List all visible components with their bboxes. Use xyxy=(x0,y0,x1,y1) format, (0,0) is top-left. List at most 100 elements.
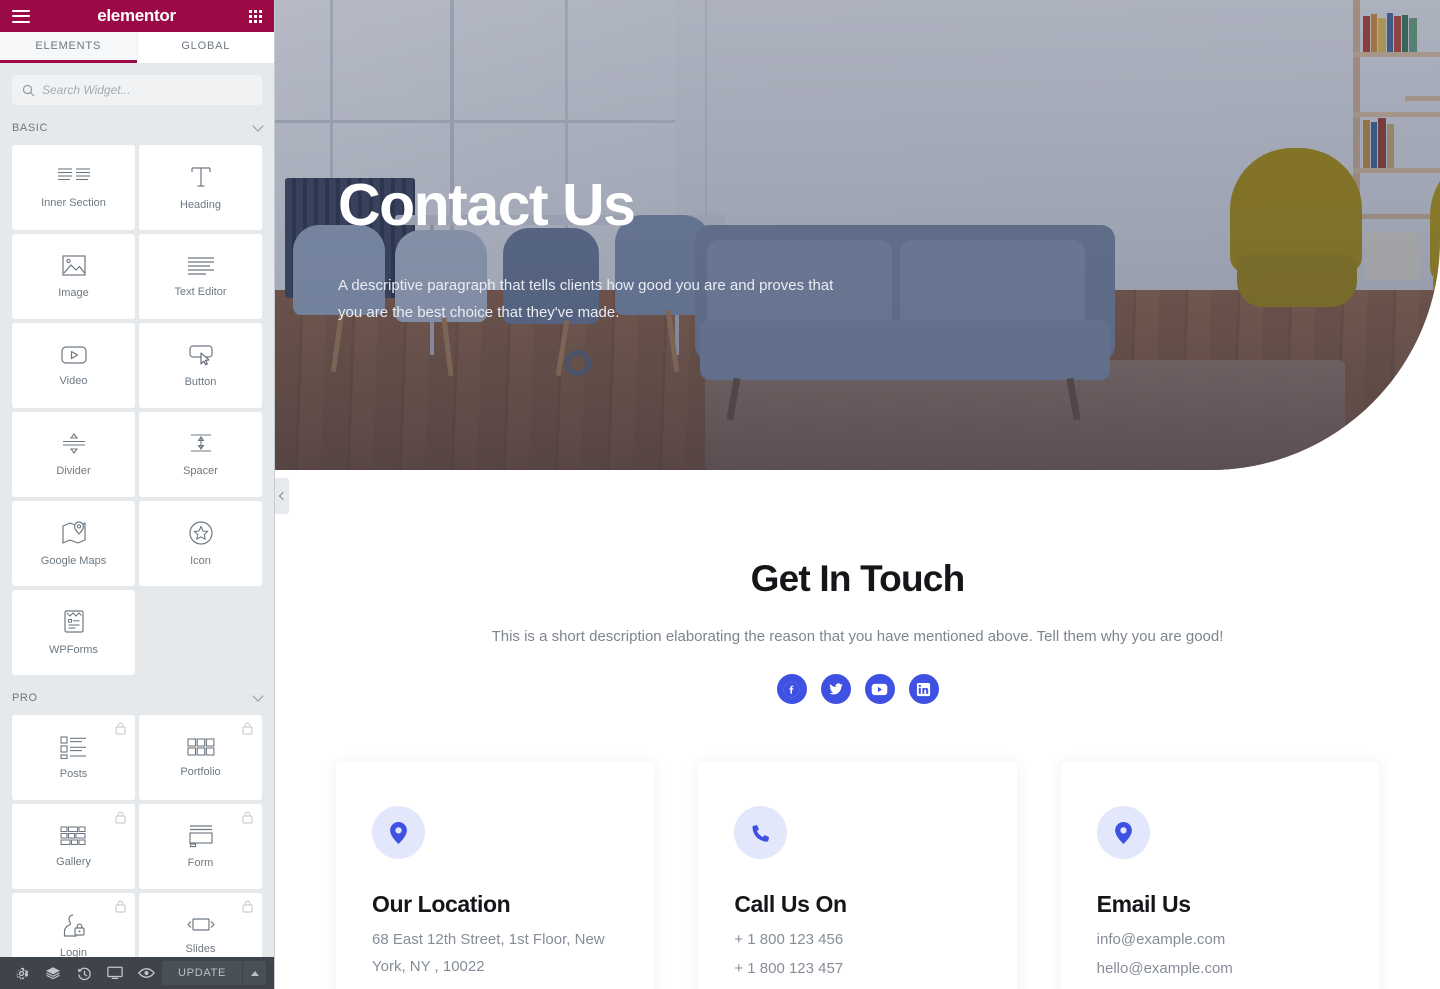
widget-icon[interactable]: Icon xyxy=(139,501,262,586)
widget-portfolio[interactable]: Portfolio xyxy=(139,715,262,800)
social-link-youtube[interactable] xyxy=(864,674,895,705)
widget-image[interactable]: Image xyxy=(12,234,135,319)
widget-login[interactable]: Login xyxy=(12,893,135,957)
layers-icon xyxy=(45,966,60,979)
pro-widget-grid: Posts Portfolio Gallery Form Login Slide… xyxy=(12,715,262,957)
lock-icon xyxy=(242,811,253,824)
widget-gallery[interactable]: Gallery xyxy=(12,804,135,889)
caret-up-icon xyxy=(250,970,259,976)
widget-label: WPForms xyxy=(49,644,98,656)
settings-button[interactable] xyxy=(6,957,37,989)
widget-form[interactable]: Form xyxy=(139,804,262,889)
social-link-facebook[interactable] xyxy=(776,674,807,705)
eye-icon xyxy=(138,968,155,978)
lock-icon xyxy=(115,722,126,735)
card-icon-wrap xyxy=(1096,806,1150,860)
widget-label: Portfolio xyxy=(180,766,221,778)
twitter-icon xyxy=(828,683,843,695)
contact-card-email[interactable]: Email Us info@example.com hello@example.… xyxy=(1060,762,1379,989)
widget-inner-section[interactable]: Inner Section xyxy=(12,145,135,230)
widget-label: Divider xyxy=(56,465,91,477)
widget-video[interactable]: Video xyxy=(12,323,135,408)
lock-icon xyxy=(242,900,253,913)
update-options-button[interactable] xyxy=(242,961,267,985)
section-description: This is a short description elaborating … xyxy=(491,628,1224,645)
widget-google-maps[interactable]: Google Maps xyxy=(12,501,135,586)
form-icon xyxy=(188,825,213,848)
widget-label: Icon xyxy=(190,555,211,567)
tab-elements[interactable]: ELEMENTS xyxy=(0,32,137,63)
lock-icon xyxy=(242,722,253,735)
card-text-line: + 1 800 123 456 xyxy=(734,931,844,949)
widget-label: Form xyxy=(187,857,214,869)
widget-label: Video xyxy=(59,375,88,387)
panel-collapse-handle[interactable] xyxy=(275,478,289,514)
widget-label: Inner Section xyxy=(41,197,106,209)
lock-icon xyxy=(115,811,126,824)
video-icon xyxy=(60,346,87,364)
facebook-icon xyxy=(783,681,800,698)
widget-text-editor[interactable]: Text Editor xyxy=(139,234,262,319)
posts-icon xyxy=(59,736,86,759)
responsive-mode-button[interactable] xyxy=(100,957,131,989)
card-title: Email Us xyxy=(1096,891,1191,918)
linkedin-icon xyxy=(916,682,931,696)
history-icon xyxy=(77,967,91,980)
button-icon xyxy=(188,345,213,366)
navigator-button[interactable] xyxy=(37,957,68,989)
widget-posts[interactable]: Posts xyxy=(12,715,135,800)
portfolio-icon xyxy=(186,738,214,756)
inner-section-icon xyxy=(57,168,90,181)
grid-apps-icon[interactable] xyxy=(249,9,262,23)
panel-header: elementor xyxy=(0,0,274,32)
social-link-twitter[interactable] xyxy=(820,674,851,705)
widget-label: Gallery xyxy=(56,856,91,868)
card-title: Call Us On xyxy=(734,891,847,918)
hero-content: Contact Us A descriptive paragraph that … xyxy=(338,176,958,327)
chevron-down-icon xyxy=(252,120,264,132)
elementor-editor-panel: elementor ELEMENTS GLOBAL BASIC xyxy=(0,0,275,989)
card-icon-wrap xyxy=(372,806,425,860)
contact-card-phone[interactable]: Call Us On + 1 800 123 456 + 1 800 123 4… xyxy=(698,762,1017,989)
hero-section[interactable]: Contact Us A descriptive paragraph that … xyxy=(275,0,1440,470)
widget-label: Login xyxy=(60,947,87,957)
widget-button[interactable]: Button xyxy=(139,323,262,408)
widget-label: Text Editor xyxy=(174,286,227,298)
search-icon xyxy=(22,84,35,96)
card-text-line: info@example.com xyxy=(1096,931,1226,949)
text-editor-icon xyxy=(187,257,214,275)
widget-wpforms[interactable]: WPForms xyxy=(12,590,135,675)
update-button[interactable]: UPDATE xyxy=(162,961,243,985)
history-button[interactable] xyxy=(68,957,99,989)
card-text-line: + 1 800 123 457 xyxy=(734,959,844,977)
wpforms-icon xyxy=(63,610,84,633)
basic-widget-grid: Inner Section Heading Image Text Editor … xyxy=(12,145,262,675)
tab-global[interactable]: GLOBAL xyxy=(136,32,274,63)
widget-slides[interactable]: Slides xyxy=(139,893,262,957)
widget-label: Image xyxy=(58,287,89,299)
widget-label: Posts xyxy=(59,768,88,780)
social-link-linkedin[interactable] xyxy=(908,674,939,705)
widget-label: Spacer xyxy=(183,465,218,477)
chevron-left-icon xyxy=(278,491,288,501)
preview-button[interactable] xyxy=(131,957,162,989)
category-pro[interactable]: PRO xyxy=(12,681,264,715)
category-basic[interactable]: BASIC xyxy=(12,111,264,145)
search-input[interactable] xyxy=(42,83,252,97)
contact-card-location[interactable]: Our Location 68 East 12th Street, 1st Fl… xyxy=(336,762,655,989)
widget-spacer[interactable]: Spacer xyxy=(139,412,262,497)
search-box[interactable] xyxy=(12,75,262,105)
spacer-icon xyxy=(190,434,211,452)
monitor-icon xyxy=(107,966,123,980)
widget-divider[interactable]: Divider xyxy=(12,412,135,497)
phone-icon xyxy=(752,824,769,842)
category-basic-label: BASIC xyxy=(12,122,49,134)
card-text-line: 68 East 12th Street, 1st Floor, New York… xyxy=(372,931,605,975)
widget-slot-empty xyxy=(139,590,262,675)
widget-heading[interactable]: Heading xyxy=(139,145,262,230)
search-container xyxy=(0,63,274,105)
panel-tabs: ELEMENTS GLOBAL xyxy=(0,32,274,63)
get-in-touch-section: Get In Touch This is a short description… xyxy=(275,558,1440,705)
panel-footer-toolbar: UPDATE xyxy=(0,957,274,989)
category-pro-label: PRO xyxy=(12,692,38,704)
